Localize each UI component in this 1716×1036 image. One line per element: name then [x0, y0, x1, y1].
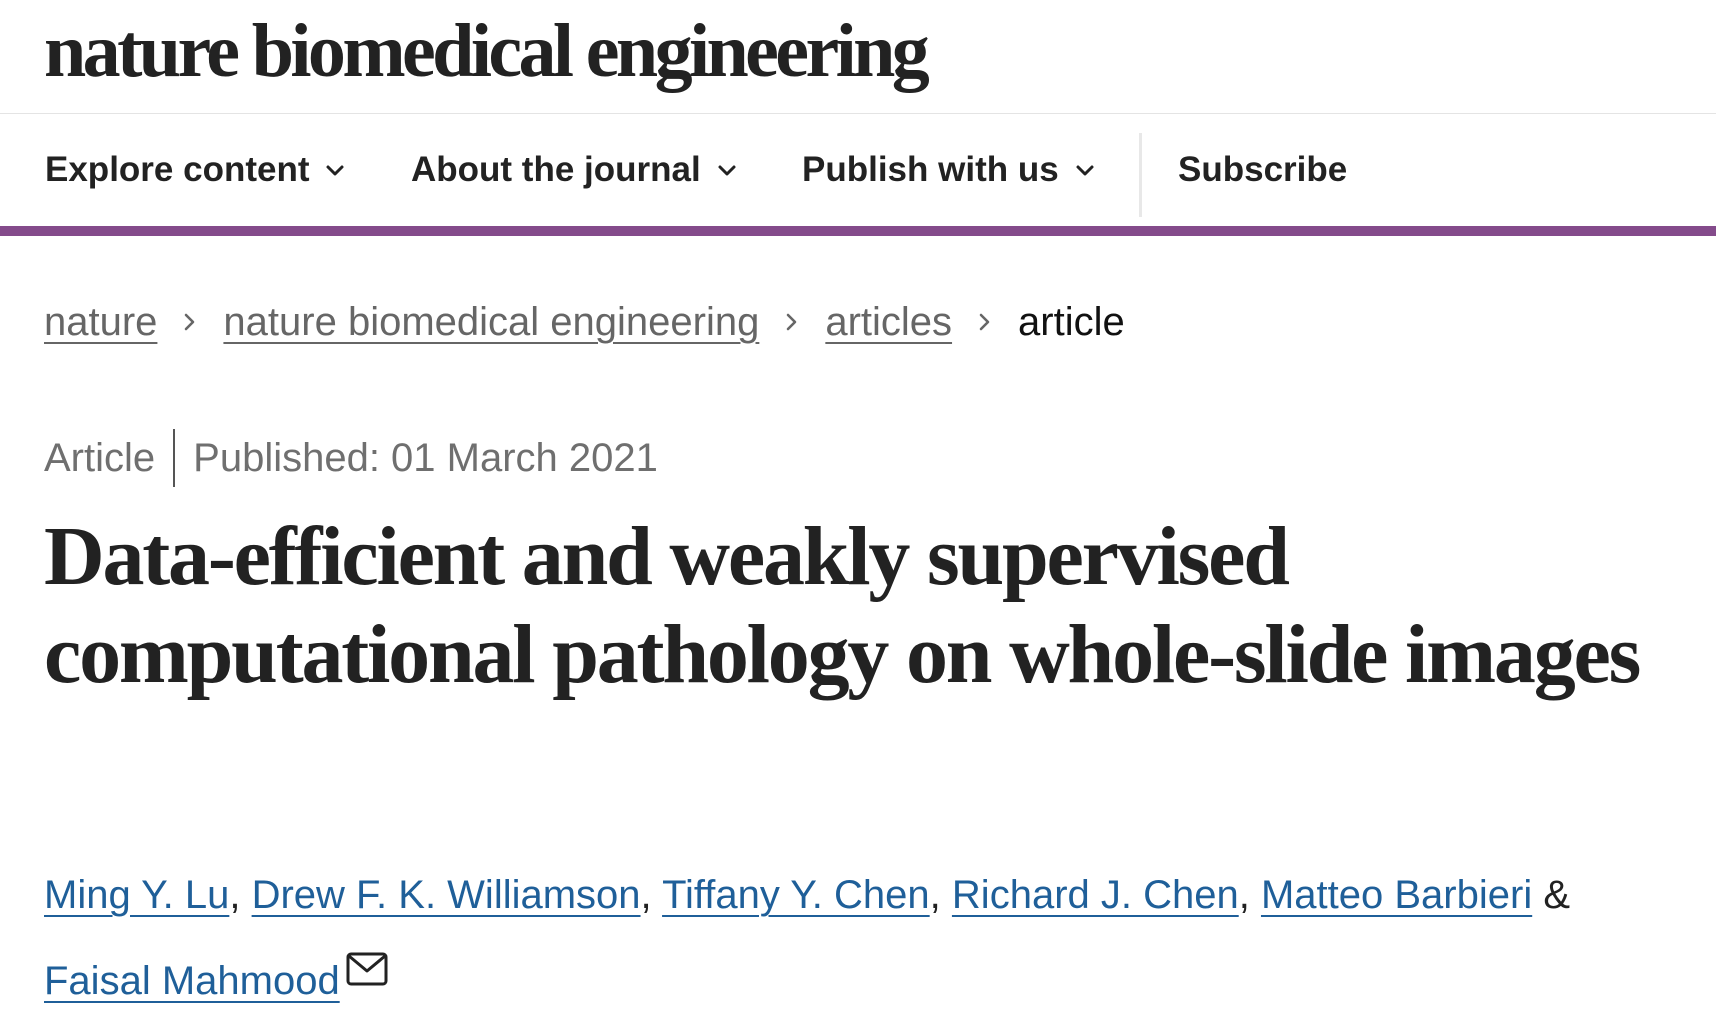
nav-publish-with-us-label: Publish with us	[802, 150, 1059, 189]
nav-divider	[1139, 133, 1142, 217]
journal-logo[interactable]: nature biomedical engineering	[44, 6, 930, 96]
nav-explore-content[interactable]: Explore content	[45, 114, 347, 226]
nav-publish-with-us[interactable]: Publish with us	[802, 114, 1097, 226]
corresponding-author-link[interactable]: Faisal Mahmood	[44, 959, 340, 1003]
chevron-right-icon	[979, 313, 990, 331]
author-link[interactable]: Drew F. K. Williamson	[252, 873, 641, 917]
meta-divider	[173, 429, 176, 487]
article-meta: Article Published: 01 March 2021	[44, 428, 658, 488]
author-link[interactable]: Matteo Barbieri	[1261, 873, 1532, 917]
breadcrumb-link-articles[interactable]: articles	[825, 300, 952, 345]
author-link[interactable]: Ming Y. Lu	[44, 873, 229, 917]
breadcrumb-current: article	[1018, 299, 1125, 344]
nav-about-journal-label: About the journal	[411, 150, 701, 189]
breadcrumb-link-journal[interactable]: nature biomedical engineering	[223, 300, 759, 345]
breadcrumb-link-nature[interactable]: nature	[44, 300, 157, 345]
author-separator: ,	[640, 873, 652, 917]
article-type: Article	[44, 435, 156, 480]
nav-subscribe-label: Subscribe	[1178, 150, 1348, 189]
author-list: Ming Y. Lu, Drew F. K. Williamson, Tiffa…	[44, 852, 1684, 1024]
author-separator: ,	[1238, 873, 1250, 917]
article-title: Data-efficient and weakly supervised com…	[44, 510, 1641, 701]
envelope-icon[interactable]	[346, 952, 388, 986]
nav-subscribe[interactable]: Subscribe	[1178, 114, 1347, 226]
published-date: Published: 01 March 2021	[193, 435, 658, 480]
author-separator: ,	[929, 873, 941, 917]
chevron-right-icon	[787, 313, 797, 331]
main-navigation: Explore content About the journal Publis…	[0, 114, 1716, 236]
author-ampersand: &	[1543, 873, 1571, 917]
breadcrumb: nature nature biomedical engineering art…	[44, 290, 1125, 354]
author-separator: ,	[229, 873, 241, 917]
chevron-down-icon	[718, 165, 736, 176]
nav-explore-content-label: Explore content	[45, 150, 310, 189]
site-header: nature biomedical engineering	[0, 0, 1716, 114]
nav-about-journal[interactable]: About the journal	[411, 114, 739, 226]
author-link[interactable]: Richard J. Chen	[952, 873, 1239, 917]
chevron-down-icon	[1076, 165, 1094, 176]
author-link[interactable]: Tiffany Y. Chen	[662, 873, 930, 917]
chevron-down-icon	[326, 165, 344, 176]
chevron-right-icon	[185, 313, 195, 331]
